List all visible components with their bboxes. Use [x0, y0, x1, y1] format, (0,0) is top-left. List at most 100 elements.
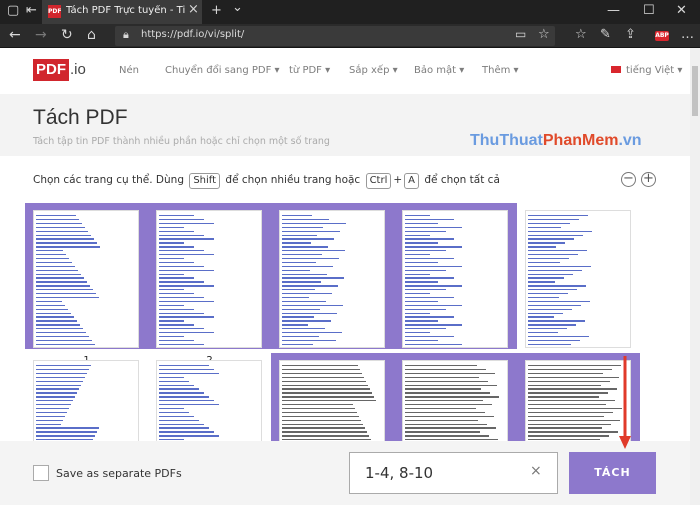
page-text-line — [36, 427, 99, 429]
page-text-line — [528, 392, 608, 394]
new-tab-icon[interactable]: + — [211, 3, 222, 18]
page-text-line — [36, 392, 77, 394]
page-text-line — [405, 218, 454, 221]
tab-close-icon[interactable]: × — [188, 2, 199, 17]
page-text-line — [528, 238, 574, 240]
menu-more[interactable]: Thêm ▾ — [482, 65, 519, 76]
separate-pdfs-checkbox[interactable] — [33, 465, 49, 481]
set-aside-tabs-icon[interactable]: ⇤ — [26, 3, 37, 18]
page-preview — [33, 210, 139, 348]
menu-security[interactable]: Bảo mật ▾ — [414, 65, 464, 76]
page-text-line — [405, 396, 499, 398]
forward-icon[interactable]: → — [35, 27, 47, 43]
page-thumbnail[interactable]: 3 — [271, 203, 394, 366]
page-text-line — [405, 365, 477, 367]
menu-convert-to-pdf[interactable]: Chuyển đổi sang PDF ▾ — [165, 65, 280, 76]
menu-organize[interactable]: Sắp xếp ▾ — [349, 65, 398, 76]
page-thumbnail[interactable]: 2 — [148, 203, 271, 366]
home-icon[interactable]: ⌂ — [87, 27, 96, 43]
more-menu-icon[interactable]: … — [681, 27, 694, 42]
clear-range-icon[interactable]: × — [530, 463, 542, 479]
tab-dropdown-icon[interactable]: ⌄ — [232, 0, 243, 15]
page-text-line — [282, 250, 345, 252]
page-text-line — [282, 277, 344, 279]
page-text-line — [282, 392, 372, 394]
page-thumbnail-grid: 12345 — [25, 203, 665, 441]
page-text-line — [282, 376, 364, 379]
instr-text2: để chọn nhiều trang hoặc — [225, 174, 361, 186]
split-button[interactable]: TÁCH — [569, 452, 656, 494]
adblock-icon[interactable]: ABP — [655, 31, 669, 41]
separate-pdfs-label[interactable]: Save as separate PDFs — [56, 467, 182, 480]
page-text-line — [159, 427, 209, 429]
maximize-icon[interactable]: ☐ — [643, 3, 655, 18]
page-text-line — [282, 411, 357, 414]
page-text-line — [528, 300, 590, 303]
page-thumbnail[interactable] — [271, 353, 394, 441]
page-text-line — [159, 404, 219, 406]
minimize-icon[interactable]: — — [607, 3, 620, 18]
page-thumbnail[interactable]: 4 — [394, 203, 517, 366]
page-text-line — [528, 324, 576, 326]
page-text-line — [159, 388, 199, 390]
site-logo[interactable]: PDF .io — [33, 59, 86, 81]
page-text-line — [282, 265, 333, 268]
page-text-line — [528, 320, 585, 322]
page-text-line — [36, 254, 66, 256]
page-text-line — [528, 419, 620, 421]
page-text-line — [405, 265, 462, 268]
page-text-line — [405, 328, 446, 330]
page-thumbnail[interactable] — [25, 353, 148, 441]
page-text-line — [282, 415, 359, 418]
page-text-line — [528, 289, 577, 291]
tab-actions-icon[interactable]: ▢ — [7, 3, 19, 18]
language-selector[interactable]: tiếng Việt ▾ — [626, 65, 682, 76]
page-scrollbar[interactable] — [690, 48, 700, 505]
favorites-icon[interactable]: ☆ — [575, 27, 587, 42]
page-text-line — [282, 222, 346, 225]
page-thumbnail[interactable]: 5 — [517, 203, 640, 366]
back-icon[interactable]: ← — [9, 27, 21, 43]
page-text-line — [36, 312, 71, 314]
share-icon[interactable]: ⇪ — [625, 27, 636, 42]
page-text-line — [528, 372, 603, 375]
page-text-line — [36, 289, 93, 291]
page-text-line — [159, 269, 214, 271]
page-range-input[interactable]: 1-4, 8-10 × — [349, 452, 558, 494]
page-thumbnail[interactable] — [148, 353, 271, 441]
address-bar[interactable]: 🔒︎ https://pdf.io/vi/split/ ▭ ☆ — [115, 26, 555, 46]
page-text-line — [282, 226, 323, 229]
favorite-star-icon[interactable]: ☆ — [538, 27, 550, 42]
window-close-icon[interactable]: ✕ — [676, 3, 687, 18]
page-text-line — [36, 215, 76, 217]
page-text-line — [36, 411, 67, 414]
page-text-line — [159, 222, 214, 225]
refresh-icon[interactable]: ↻ — [61, 27, 73, 43]
page-text-line — [282, 343, 313, 346]
page-text-line — [528, 365, 621, 367]
page-thumbnail[interactable]: 1 — [25, 203, 148, 366]
logo-pdf: PDF — [33, 59, 69, 81]
page-text-line — [159, 328, 204, 330]
page-text-line — [405, 257, 454, 260]
page-text-line — [405, 308, 446, 310]
page-preview — [402, 360, 508, 441]
page-text-line — [159, 335, 184, 338]
page-text-line — [36, 300, 62, 303]
page-text-line — [528, 376, 619, 379]
zoom-out-icon[interactable]: − — [621, 172, 636, 187]
scrollbar-thumb[interactable] — [692, 66, 698, 116]
page-text-line — [282, 269, 310, 271]
page-text-line — [282, 273, 327, 275]
pen-icon[interactable]: ✎ — [600, 27, 611, 42]
reading-view-icon[interactable]: ▭ — [515, 27, 526, 41]
zoom-in-icon[interactable]: + — [641, 172, 656, 187]
page-text-line — [528, 269, 582, 271]
browser-tab[interactable]: PDF Tách PDF Trực tuyến - Ti × — [42, 0, 202, 24]
page-text-line — [405, 324, 462, 326]
page-thumbnail[interactable] — [394, 353, 517, 441]
page-text-line — [528, 328, 567, 330]
page-text-line — [405, 335, 454, 338]
menu-compress[interactable]: Nén — [119, 65, 139, 76]
menu-from-pdf[interactable]: từ PDF ▾ — [289, 65, 330, 76]
